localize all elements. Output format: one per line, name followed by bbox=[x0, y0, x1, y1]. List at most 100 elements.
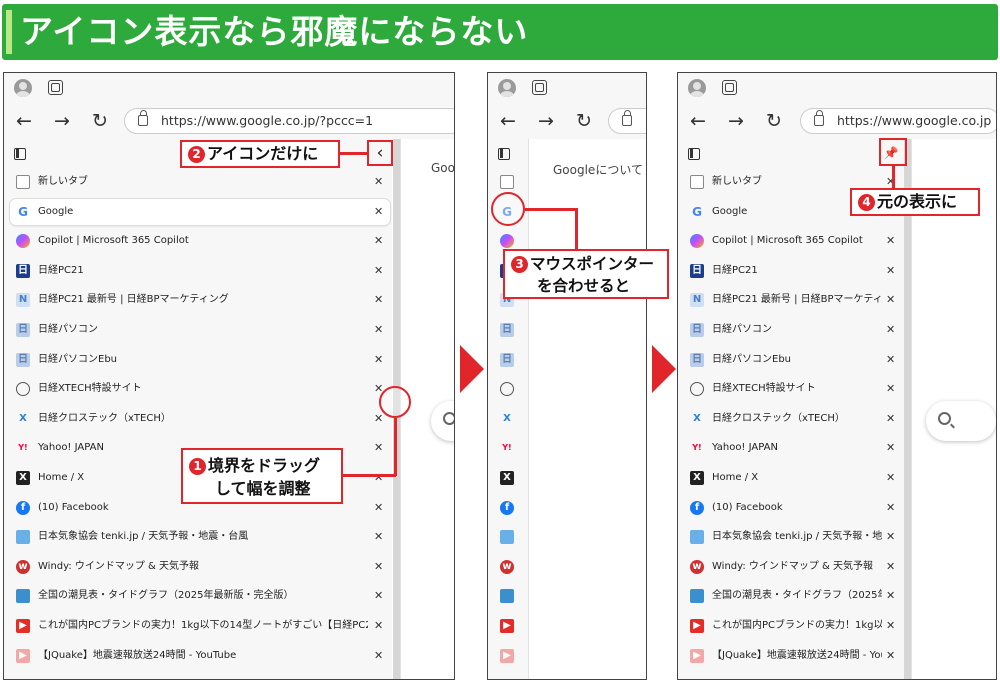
close-tab-icon[interactable]: ✕ bbox=[374, 495, 383, 521]
close-tab-icon[interactable]: ✕ bbox=[886, 376, 895, 402]
tab-item[interactable]: f (10) Facebook ✕ bbox=[684, 495, 902, 521]
tab-item[interactable]: 全国の潮見表・タイドグラフ（2025年最新 ✕ bbox=[684, 583, 902, 609]
close-tab-icon[interactable]: ✕ bbox=[374, 169, 383, 195]
tab-item[interactable]: Y! Yahoo! JAPAN ✕ bbox=[684, 435, 902, 461]
refresh-icon[interactable]: ↻ bbox=[572, 109, 596, 133]
close-tab-icon[interactable]: ✕ bbox=[374, 524, 383, 550]
address-bar[interactable]: https://www.google.co.jp bbox=[800, 108, 996, 134]
workspaces-icon[interactable] bbox=[48, 80, 63, 95]
tab-item[interactable]: Y! bbox=[494, 435, 522, 461]
close-tab-icon[interactable]: ✕ bbox=[886, 554, 895, 580]
close-tab-icon[interactable]: ✕ bbox=[374, 583, 383, 609]
profile-avatar-icon[interactable] bbox=[14, 79, 32, 97]
tab-item[interactable] bbox=[494, 524, 522, 550]
close-tab-icon[interactable]: ✕ bbox=[374, 435, 383, 461]
tab-item[interactable]: ▶ bbox=[494, 613, 522, 639]
profile-avatar-icon[interactable] bbox=[498, 79, 516, 97]
tab-item[interactable]: 日 bbox=[494, 317, 522, 343]
workspaces-icon[interactable] bbox=[722, 80, 737, 95]
x-icon: X bbox=[16, 471, 30, 485]
tab-item[interactable]: 日経XTECH特設サイト ✕ bbox=[684, 376, 902, 402]
refresh-icon[interactable]: ↻ bbox=[762, 109, 786, 133]
tab-item[interactable]: 日日経パソコンEbu ✕ bbox=[10, 347, 390, 373]
callout-3-line2: を合わせると bbox=[537, 277, 631, 295]
close-tab-icon[interactable]: ✕ bbox=[374, 554, 383, 580]
tab-item[interactable] bbox=[494, 583, 522, 609]
tab-item[interactable]: 日日経PC21 ✕ bbox=[684, 258, 902, 284]
forward-arrow-icon[interactable]: → bbox=[534, 109, 558, 133]
close-tab-icon[interactable]: ✕ bbox=[886, 406, 895, 432]
tab-item[interactable]: w bbox=[494, 554, 522, 580]
tab-item[interactable]: 日 bbox=[494, 347, 522, 373]
callout-4: 4 元の表示に bbox=[850, 188, 980, 216]
tab-item[interactable] bbox=[494, 376, 522, 402]
refresh-icon[interactable]: ↻ bbox=[88, 109, 112, 133]
close-tab-icon[interactable]: ✕ bbox=[886, 347, 895, 373]
back-arrow-icon[interactable]: ← bbox=[686, 109, 710, 133]
tab-item[interactable]: 日本気象協会 tenki.jp / 天気予報・地震 ✕ bbox=[684, 524, 902, 550]
tab-item[interactable]: X 日経クロステック（xTECH） ✕ bbox=[684, 406, 902, 432]
close-tab-icon[interactable]: ✕ bbox=[886, 495, 895, 521]
tab-item[interactable]: 日日経パソコンEbu ✕ bbox=[684, 347, 902, 373]
close-tab-icon[interactable]: ✕ bbox=[886, 643, 895, 669]
tab-item[interactable]: X 日経クロステック（xTECH） ✕ bbox=[10, 406, 390, 432]
close-tab-icon[interactable]: ✕ bbox=[886, 317, 895, 343]
profile-avatar-icon[interactable] bbox=[688, 79, 706, 97]
close-tab-icon[interactable]: ✕ bbox=[886, 228, 895, 254]
tab-item[interactable]: X bbox=[494, 465, 522, 491]
tab-item[interactable]: 日経XTECH特設サイト ✕ bbox=[10, 376, 390, 402]
tab-item[interactable]: 日日経PC21 ✕ bbox=[10, 258, 390, 284]
tab-item[interactable]: 全国の潮見表・タイドグラフ（2025年最新版・完全版） ✕ bbox=[10, 583, 390, 609]
tab-item[interactable]: N 日経PC21 最新号 | 日経BPマーケティング ✕ bbox=[684, 287, 902, 313]
close-tab-icon[interactable]: ✕ bbox=[886, 287, 895, 313]
tab-item[interactable]: X bbox=[494, 406, 522, 432]
forward-arrow-icon[interactable]: → bbox=[50, 109, 74, 133]
tab-item[interactable]: ▶ bbox=[494, 643, 522, 669]
tab-item[interactable]: w Windy: ウインドマップ & 天気予報 ✕ bbox=[684, 554, 902, 580]
sidebar-panel-icon[interactable] bbox=[688, 148, 700, 160]
forward-arrow-icon[interactable]: → bbox=[724, 109, 748, 133]
close-tab-icon[interactable]: ✕ bbox=[374, 317, 383, 343]
close-tab-icon[interactable]: ✕ bbox=[374, 347, 383, 373]
close-tab-icon[interactable]: ✕ bbox=[374, 199, 383, 225]
tab-item[interactable]: Copilot | Microsoft 365 Copilot ✕ bbox=[10, 228, 390, 254]
sidebar-panel-icon[interactable] bbox=[498, 148, 510, 160]
navigation-bar: ← → ↻ bbox=[488, 103, 646, 139]
close-tab-icon[interactable]: ✕ bbox=[374, 643, 383, 669]
tab-item[interactable]: 日日経パソコン ✕ bbox=[10, 317, 390, 343]
tab-item[interactable]: G Google ✕ bbox=[10, 198, 390, 225]
tab-item[interactable]: X Home / X ✕ bbox=[684, 465, 902, 491]
pane-border[interactable] bbox=[904, 139, 911, 679]
tab-item[interactable]: ▶ これが国内PCブランドの実力！1kg以下の ✕ bbox=[684, 613, 902, 639]
close-tab-icon[interactable]: ✕ bbox=[886, 613, 895, 639]
search-box[interactable] bbox=[926, 401, 996, 441]
tab-item[interactable]: ▶ 【JQuake】地震速報放送24時間 - YouTu ✕ bbox=[684, 643, 902, 669]
close-tab-icon[interactable]: ✕ bbox=[374, 228, 383, 254]
close-tab-icon[interactable]: ✕ bbox=[886, 435, 895, 461]
close-tab-icon[interactable]: ✕ bbox=[374, 613, 383, 639]
banner-accent-bar bbox=[6, 10, 12, 54]
close-tab-icon[interactable]: ✕ bbox=[374, 465, 383, 491]
workspaces-icon[interactable] bbox=[532, 80, 547, 95]
close-tab-icon[interactable]: ✕ bbox=[886, 465, 895, 491]
tab-item[interactable]: ▶ 【JQuake】地震速報放送24時間 - YouTube ✕ bbox=[10, 643, 390, 669]
tab-item[interactable]: N 日経PC21 最新号 | 日経BPマーケティング ✕ bbox=[10, 287, 390, 313]
tab-item[interactable]: 日本気象協会 tenki.jp / 天気予報・地震・台風 ✕ bbox=[10, 524, 390, 550]
address-bar[interactable] bbox=[608, 108, 646, 134]
close-tab-icon[interactable]: ✕ bbox=[886, 583, 895, 609]
tab-item[interactable]: 日日経パソコン ✕ bbox=[684, 317, 902, 343]
search-box[interactable] bbox=[431, 401, 454, 441]
address-bar[interactable]: https://www.google.co.jp/?pccc=1 bbox=[124, 108, 454, 134]
close-tab-icon[interactable]: ✕ bbox=[374, 287, 383, 313]
back-arrow-icon[interactable]: ← bbox=[12, 109, 36, 133]
close-tab-icon[interactable]: ✕ bbox=[886, 258, 895, 284]
tab-item[interactable]: f bbox=[494, 495, 522, 521]
tab-item[interactable]: 新しいタブ ✕ bbox=[10, 169, 390, 195]
sidebar-panel-icon[interactable] bbox=[14, 148, 26, 160]
tab-item[interactable]: ▶ これが国内PCブランドの実力！1kg以下の14型ノートがすごい【日経PC21連… bbox=[10, 613, 390, 639]
tab-item[interactable]: Copilot | Microsoft 365 Copilot ✕ bbox=[684, 228, 902, 254]
close-tab-icon[interactable]: ✕ bbox=[374, 258, 383, 284]
tab-item[interactable]: w Windy: ウインドマップ & 天気予報 ✕ bbox=[10, 554, 390, 580]
close-tab-icon[interactable]: ✕ bbox=[886, 524, 895, 550]
back-arrow-icon[interactable]: ← bbox=[496, 109, 520, 133]
